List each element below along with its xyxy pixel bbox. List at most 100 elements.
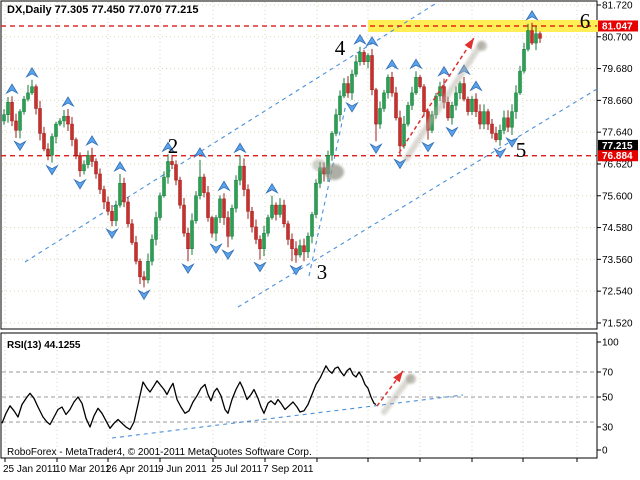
candle-body [471, 99, 474, 111]
price-tick-label: 71.520 [602, 318, 633, 329]
candle-body [163, 177, 166, 196]
candle-body [267, 218, 270, 234]
candle-body [347, 84, 350, 93]
candle-body [447, 102, 450, 118]
candle-body [59, 121, 62, 124]
candle-body [7, 102, 10, 114]
candle-body [283, 205, 286, 224]
candle-body [3, 115, 6, 121]
candle-body [195, 196, 198, 221]
candle-body [263, 233, 266, 249]
chart-canvas[interactable]: 23456 81.72080.70079.68078.66077.64076.6… [0, 0, 640, 480]
gray-marker-blob [324, 164, 344, 180]
candle-body [227, 218, 230, 237]
candle-body [539, 34, 542, 39]
date-label: 7 Sep 2011 [263, 464, 314, 475]
candle-body [287, 224, 290, 240]
candle-body [527, 31, 530, 50]
candle-body [67, 116, 70, 124]
rsi-axis[interactable]: 1007050300 [597, 338, 619, 457]
candle-body [139, 261, 142, 277]
candle-body [335, 115, 338, 134]
candle-body [371, 55, 374, 89]
candle-body [151, 239, 154, 261]
candle-body [479, 112, 482, 124]
candle-body [183, 205, 186, 233]
candle-body [395, 93, 398, 118]
candle-body [199, 177, 202, 196]
candle-body [311, 214, 314, 236]
candle-body [511, 112, 514, 128]
wave-label-6: 6 [580, 9, 591, 33]
price-axis[interactable]: 81.72080.70079.68078.66077.64076.62075.6… [597, 1, 638, 330]
candle-body [351, 74, 354, 93]
rsi-tick-label: 100 [602, 338, 619, 349]
candle-body [15, 121, 18, 130]
candle-body [35, 87, 38, 109]
date-axis[interactable]: 25 Jan 201110 Mar 201126 Apr 20119 Jun 2… [3, 458, 577, 475]
candle-body [423, 87, 426, 112]
price-tick-label: 81.720 [602, 1, 633, 12]
candle-body [295, 249, 298, 255]
candle-body [275, 205, 278, 214]
candle-body [255, 227, 258, 239]
candle-body [71, 124, 74, 140]
candle-body [535, 34, 538, 43]
candle-body [99, 174, 102, 190]
candle-body [455, 93, 458, 105]
candle-body [503, 118, 506, 130]
candle-body [143, 277, 146, 280]
date-label: 10 Mar 2011 [55, 464, 111, 475]
candle-body [531, 31, 534, 43]
candle-body [387, 77, 390, 93]
candle-body [215, 218, 218, 234]
candle-body [19, 112, 22, 131]
candle-body [115, 205, 118, 221]
mt4-chart-window: 23456 81.72080.70079.68078.66077.64076.6… [0, 0, 640, 480]
candle-body [315, 183, 318, 214]
date-label: 25 Jan 2011 [3, 464, 58, 475]
candle-body [463, 84, 466, 100]
price-tick-label: 74.580 [602, 223, 633, 234]
candle-body [299, 246, 302, 255]
price-tick-label: 79.680 [602, 64, 633, 75]
date-label: 9 Jun 2011 [158, 464, 207, 475]
candle-body [91, 155, 94, 161]
main-price-pane[interactable] [1, 1, 597, 329]
arrow-head-shadow [406, 374, 416, 384]
rsi-tick-label: 70 [602, 368, 614, 379]
candle-body [515, 93, 518, 112]
candle-body [147, 261, 150, 280]
price-tick-label: 75.600 [602, 191, 633, 202]
candle-body [111, 211, 114, 220]
candle-body [411, 93, 414, 105]
candle-body [11, 102, 14, 121]
candle-body [103, 190, 106, 202]
wave-label-5: 5 [516, 138, 527, 162]
candle-body [331, 133, 334, 155]
candle-body [307, 236, 310, 252]
copyright-text: RoboForex - MetaTrader4, © 2001-2011 Met… [7, 447, 312, 458]
candle-body [419, 77, 422, 86]
candle-body [375, 90, 378, 124]
price-marker-label: 76.884 [602, 151, 633, 162]
candle-body [87, 155, 90, 164]
candle-body [39, 108, 42, 133]
candle-body [207, 193, 210, 218]
candle-body [123, 183, 126, 202]
rsi-tick-label: 0 [602, 446, 608, 457]
rsi-indicator-pane[interactable] [1, 333, 597, 458]
candle-body [379, 108, 382, 124]
candle-body [359, 52, 362, 61]
candle-body [243, 166, 246, 189]
price-tick-label: 77.640 [602, 128, 633, 139]
price-tick-label: 78.660 [602, 96, 633, 107]
date-label: 26 Apr 2011 [106, 464, 160, 475]
candle-body [47, 149, 50, 155]
candle-body [303, 246, 306, 252]
candle-body [475, 99, 478, 111]
candle-body [43, 133, 46, 149]
candle-body [55, 124, 58, 136]
candle-body [31, 87, 34, 93]
candle-body [63, 116, 66, 121]
